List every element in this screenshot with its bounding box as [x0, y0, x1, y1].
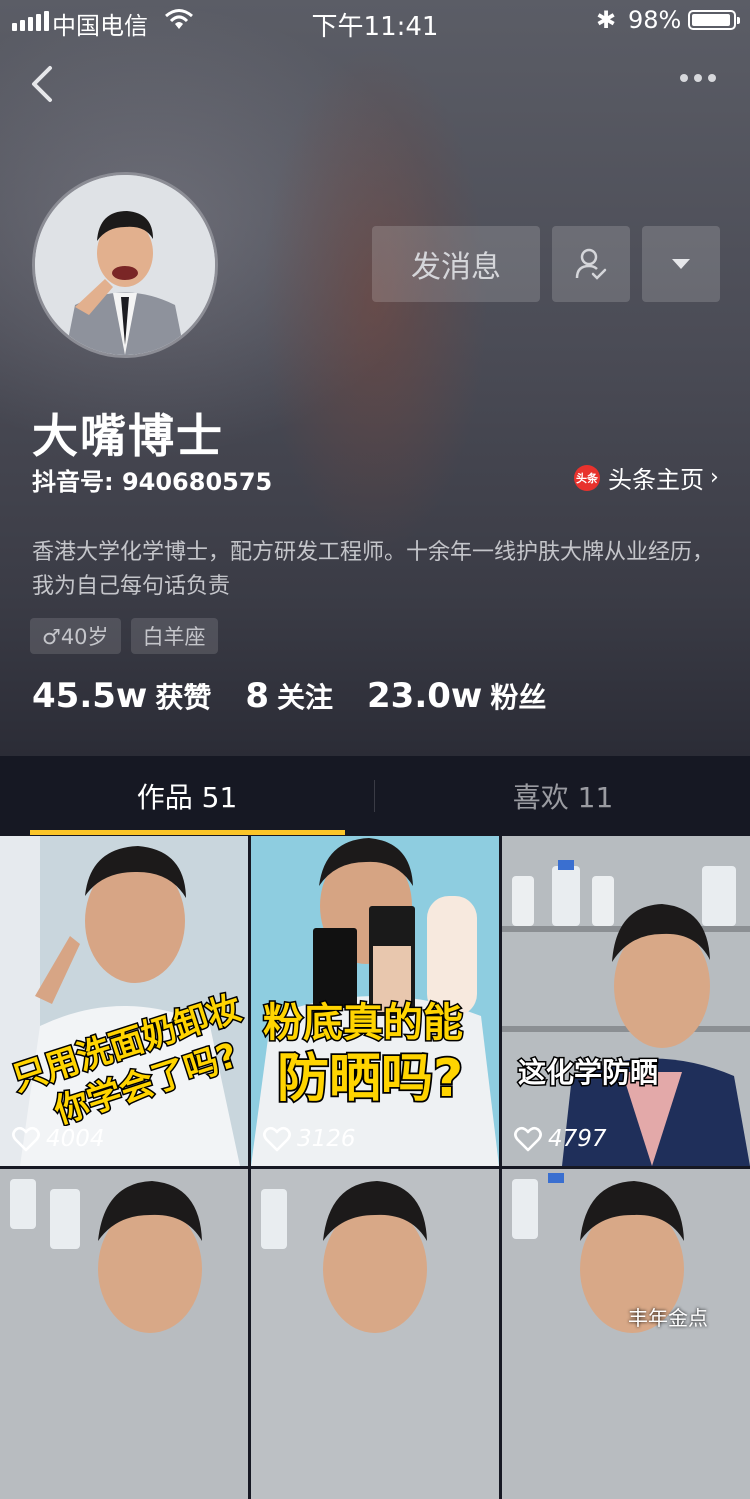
battery-percent: 98%: [628, 6, 682, 34]
battery-icon: [688, 10, 740, 30]
douyin-id: 抖音号: 940680575: [32, 468, 273, 496]
bluetooth-icon: ✱: [596, 6, 617, 34]
video-caption-line1: 这化学防晒: [518, 1056, 658, 1089]
video-like-count: 3126: [263, 1126, 356, 1152]
heart-icon: [12, 1126, 40, 1152]
likes-label: 获赞: [155, 681, 212, 714]
video-caption-line2: 防晒吗?: [277, 1049, 463, 1109]
triangle-down-icon: [672, 259, 690, 269]
like-count-text: 4797: [548, 1126, 607, 1152]
video-thumbnail[interactable]: 只用洗面奶卸妆 你学会了吗? 4004: [0, 836, 248, 1166]
following-label[interactable]: 关注: [277, 676, 333, 716]
more-options-icon[interactable]: [680, 74, 716, 82]
active-tab-indicator: [30, 830, 345, 835]
heart-icon: [514, 1126, 542, 1152]
video-thumbnail[interactable]: [251, 1169, 499, 1499]
video-thumbnail[interactable]: [0, 1169, 248, 1499]
profile-tags: ♂40岁 白羊座: [30, 618, 218, 654]
heart-icon: [263, 1126, 291, 1152]
like-count-text: 4004: [46, 1126, 105, 1152]
watermark-text: 丰年金点: [628, 1306, 708, 1330]
back-icon[interactable]: [26, 62, 66, 106]
profile-tabs: 作品 51 喜欢 11: [0, 756, 750, 836]
video-thumbnail[interactable]: 这化学防晒 4797: [502, 836, 750, 1166]
following-count[interactable]: 8: [245, 676, 269, 716]
follow-button[interactable]: [552, 226, 630, 302]
tab-likes[interactable]: 喜欢 11: [376, 756, 750, 836]
followers-label[interactable]: 粉丝: [490, 676, 546, 716]
chevron-right-icon: ›: [710, 465, 719, 490]
tab-works[interactable]: 作品 51: [0, 756, 374, 836]
video-like-count: 4004: [12, 1126, 105, 1152]
toutiao-link-label: 头条主页: [608, 466, 704, 494]
toutiao-icon: 头条: [574, 464, 600, 491]
video-like-count: 4797: [514, 1126, 607, 1152]
profile-stats: 45.5w 获赞 8 关注 23.0w 粉丝: [32, 676, 580, 716]
age-tag: ♂40岁: [30, 618, 121, 654]
video-thumbnail[interactable]: [502, 1169, 750, 1499]
toutiao-homepage-link[interactable]: 头条 头条主页 ›: [574, 460, 719, 495]
video-caption-line1: 粉底真的能: [263, 1000, 463, 1046]
likes-count: 45.5w: [32, 676, 148, 716]
profile-name: 大嘴博士: [32, 409, 224, 463]
profile-bio: 香港大学化学博士，配方研发工程师。十余年一线护肤大牌从业经历，我为自己每句话负责: [32, 540, 715, 599]
send-message-button[interactable]: 发消息: [372, 226, 540, 302]
user-check-icon: [575, 248, 607, 280]
followers-count[interactable]: 23.0w: [367, 676, 482, 716]
status-bar: 中国电信 下午11:41 ✱ 98%: [0, 0, 750, 42]
video-thumbnail[interactable]: 粉底真的能 防晒吗? 3126: [251, 836, 499, 1166]
send-message-label: 发消息: [411, 250, 501, 285]
like-count-text: 3126: [297, 1126, 356, 1152]
tab-divider: [374, 780, 375, 812]
recommend-dropdown-button[interactable]: [642, 226, 720, 302]
zodiac-tag: 白羊座: [130, 618, 218, 654]
avatar[interactable]: [32, 172, 218, 358]
